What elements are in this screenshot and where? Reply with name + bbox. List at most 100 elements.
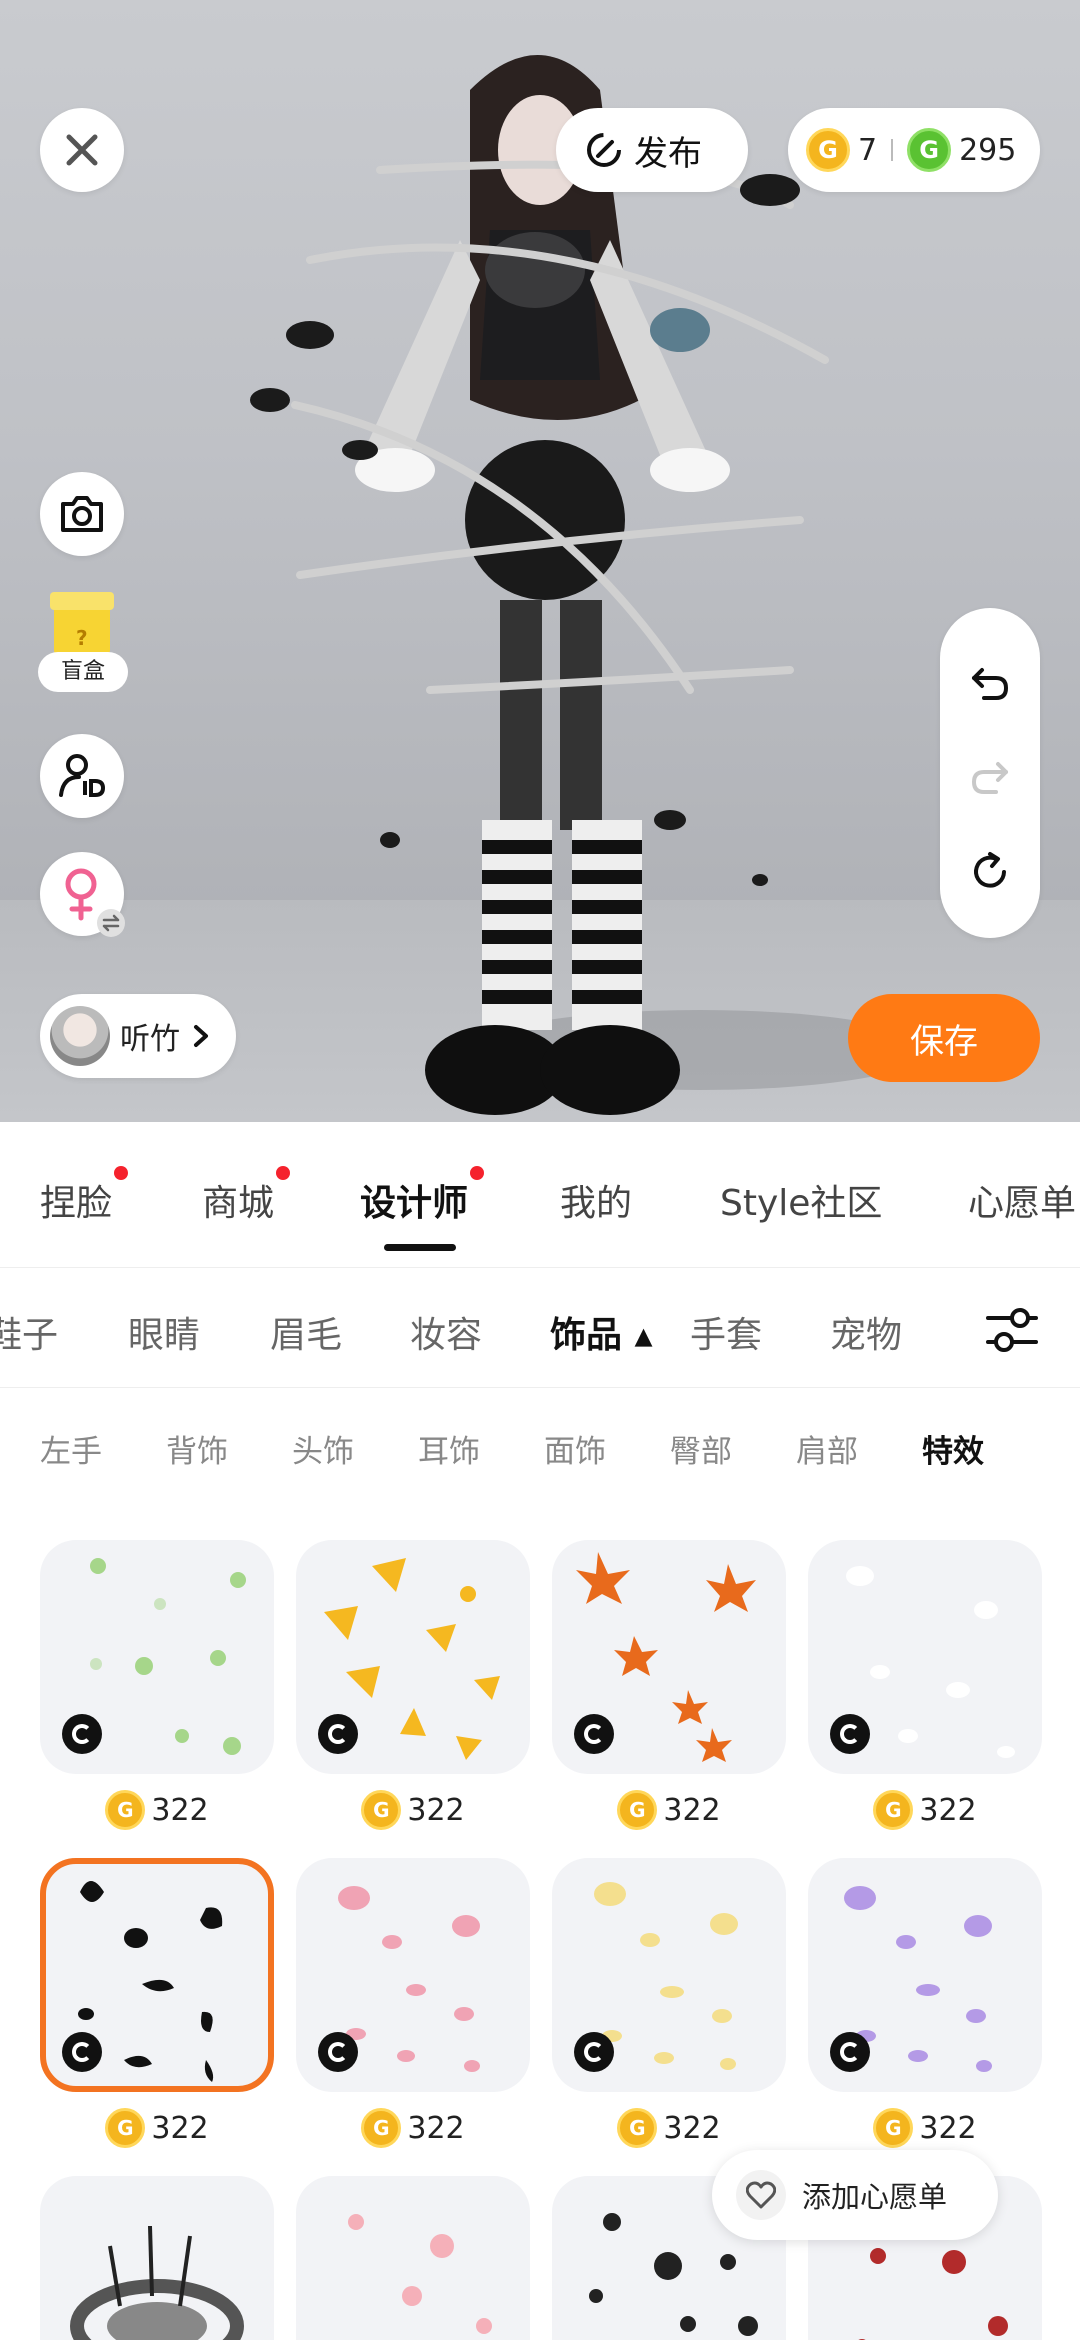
item-card[interactable]: G 322 bbox=[40, 1540, 274, 1836]
gold-coin-icon: G bbox=[361, 1790, 402, 1830]
tab-store[interactable]: 商城 bbox=[202, 1166, 291, 1226]
item-card[interactable]: G 322 bbox=[296, 1540, 530, 1836]
subtab-effects[interactable]: 特效 bbox=[922, 1426, 984, 1471]
subtab-ear[interactable]: 耳饰 bbox=[418, 1426, 480, 1471]
dark-halo-effect-icon bbox=[70, 2225, 244, 2340]
subcategory-tab-bar: 左手 背饰 头饰 耳饰 面饰 臀部 肩部 特效 bbox=[0, 1388, 1080, 1498]
publish-icon bbox=[587, 133, 621, 167]
price-value: 322 bbox=[919, 1792, 977, 1828]
subtab-shoulder[interactable]: 肩部 bbox=[796, 1426, 858, 1471]
tab-style-community[interactable]: Style社区 bbox=[720, 1174, 882, 1226]
avatar-viewport[interactable]: 发布 G 7 G 295 ? 盲盒 听竹 保存 bbox=[0, 0, 1080, 1122]
creator-badge-icon bbox=[62, 2032, 102, 2072]
filter-sliders-icon[interactable] bbox=[984, 1304, 1040, 1356]
price-value: 322 bbox=[151, 1792, 209, 1828]
tab-face[interactable]: 捏脸 bbox=[40, 1166, 129, 1226]
tab-label: 设计师 bbox=[360, 1183, 469, 1224]
tab-mine[interactable]: 我的 bbox=[560, 1174, 632, 1226]
item-thumbnail bbox=[808, 1858, 1042, 2092]
save-button[interactable]: 保存 bbox=[848, 994, 1040, 1082]
subtab-head[interactable]: 头饰 bbox=[292, 1426, 354, 1471]
redo-icon bbox=[971, 762, 1008, 794]
price-value: 322 bbox=[919, 2110, 977, 2146]
heart-icon bbox=[736, 2170, 786, 2220]
tab-wishlist[interactable]: 心愿单 bbox=[968, 1174, 1076, 1226]
category-gloves[interactable]: 手套 bbox=[690, 1306, 762, 1358]
item-thumbnail bbox=[296, 2176, 530, 2340]
price-value: 322 bbox=[407, 1792, 465, 1828]
price-value: 322 bbox=[663, 2110, 721, 2146]
category-makeup[interactable]: 妆容 bbox=[410, 1306, 482, 1358]
undo-button[interactable] bbox=[960, 652, 1020, 712]
gold-coin-icon: G bbox=[617, 2108, 658, 2148]
gold-coin-icon: G bbox=[105, 2108, 146, 2148]
item-card[interactable] bbox=[40, 2176, 274, 2340]
user-name: 听竹 bbox=[120, 1022, 180, 1057]
category-eyes[interactable]: 眼睛 bbox=[128, 1306, 200, 1358]
close-button[interactable] bbox=[40, 108, 124, 192]
category-pets[interactable]: 宠物 bbox=[830, 1306, 902, 1358]
item-card[interactable]: G 322 bbox=[296, 1858, 530, 2154]
subtab-face[interactable]: 面饰 bbox=[544, 1426, 606, 1471]
currency-balance[interactable]: G 7 G 295 bbox=[788, 108, 1040, 192]
category-tab-bar: 鞋子 眼睛 眉毛 妆容 饰品 ▴ 手套 宠物 bbox=[0, 1268, 1080, 1388]
item-card[interactable]: G 322 bbox=[552, 1858, 786, 2154]
item-card[interactable]: G 322 bbox=[552, 1540, 786, 1836]
avatar-id-button[interactable] bbox=[40, 734, 124, 818]
subtab-back[interactable]: 背饰 bbox=[166, 1426, 228, 1471]
item-card[interactable]: G 322 bbox=[40, 1858, 274, 2154]
pink-swirl-effect-icon bbox=[348, 2214, 492, 2334]
undo-icon bbox=[972, 668, 1009, 700]
gold-coin-icon: G bbox=[873, 2108, 914, 2148]
item-price: G 322 bbox=[808, 2102, 1042, 2154]
creator-badge-icon bbox=[830, 2032, 870, 2072]
tab-label: 心愿单 bbox=[968, 1183, 1077, 1224]
item-thumbnail bbox=[296, 1540, 530, 1774]
gold-coin-icon: G bbox=[617, 1790, 658, 1830]
blind-box-button[interactable]: ? 盲盒 bbox=[38, 592, 128, 696]
creator-badge-icon bbox=[830, 1714, 870, 1754]
subtab-hip[interactable]: 臀部 bbox=[670, 1426, 732, 1471]
gold-coin-icon: G bbox=[105, 1790, 146, 1830]
publish-button[interactable]: 发布 bbox=[556, 108, 748, 192]
item-price: G 322 bbox=[552, 1784, 786, 1836]
question-mark-icon: ? bbox=[76, 626, 88, 650]
gender-switch-button[interactable] bbox=[40, 852, 125, 937]
notification-dot bbox=[470, 1166, 485, 1180]
tab-label: Style社区 bbox=[720, 1183, 883, 1224]
item-thumbnail bbox=[552, 1858, 786, 2092]
gold-coin-count: 7 bbox=[858, 132, 878, 168]
redo-button[interactable] bbox=[960, 746, 1020, 806]
green-coin-count: 295 bbox=[959, 132, 1017, 168]
item-thumbnail bbox=[40, 2176, 274, 2340]
close-icon bbox=[66, 134, 98, 166]
avatar bbox=[50, 1006, 110, 1066]
wishlist-label: 添加心愿单 bbox=[802, 2180, 948, 2214]
blind-box-label: 盲盒 bbox=[38, 652, 128, 692]
add-wishlist-button[interactable]: 添加心愿单 bbox=[712, 2150, 998, 2240]
item-card[interactable]: G 322 bbox=[808, 1540, 1042, 1836]
category-shoes[interactable]: 鞋子 bbox=[0, 1306, 58, 1358]
subtab-left-hand[interactable]: 左手 bbox=[40, 1426, 102, 1471]
notification-dot bbox=[114, 1166, 129, 1180]
item-thumbnail bbox=[808, 1540, 1042, 1774]
swap-icon bbox=[97, 909, 125, 937]
category-accessories[interactable]: 饰品 ▴ bbox=[550, 1306, 653, 1358]
camera-button[interactable] bbox=[40, 472, 124, 556]
item-card[interactable] bbox=[296, 2176, 530, 2340]
user-profile-chip[interactable]: 听竹 bbox=[40, 994, 236, 1078]
publish-label: 发布 bbox=[634, 133, 702, 174]
notification-dot bbox=[276, 1166, 291, 1180]
category-eyebrows[interactable]: 眉毛 bbox=[270, 1306, 342, 1358]
tab-designer[interactable]: 设计师 bbox=[360, 1166, 485, 1226]
item-card[interactable]: G 322 bbox=[808, 1858, 1042, 2154]
user-id-icon bbox=[59, 754, 106, 797]
price-value: 322 bbox=[151, 2110, 209, 2146]
item-price: G 322 bbox=[40, 2102, 274, 2154]
item-price: G 322 bbox=[296, 1784, 530, 1836]
tab-label: 捏脸 bbox=[40, 1183, 113, 1224]
creator-badge-icon bbox=[318, 2032, 358, 2072]
reset-button[interactable] bbox=[960, 842, 1020, 902]
item-price: G 322 bbox=[40, 1784, 274, 1836]
price-value: 322 bbox=[407, 2110, 465, 2146]
